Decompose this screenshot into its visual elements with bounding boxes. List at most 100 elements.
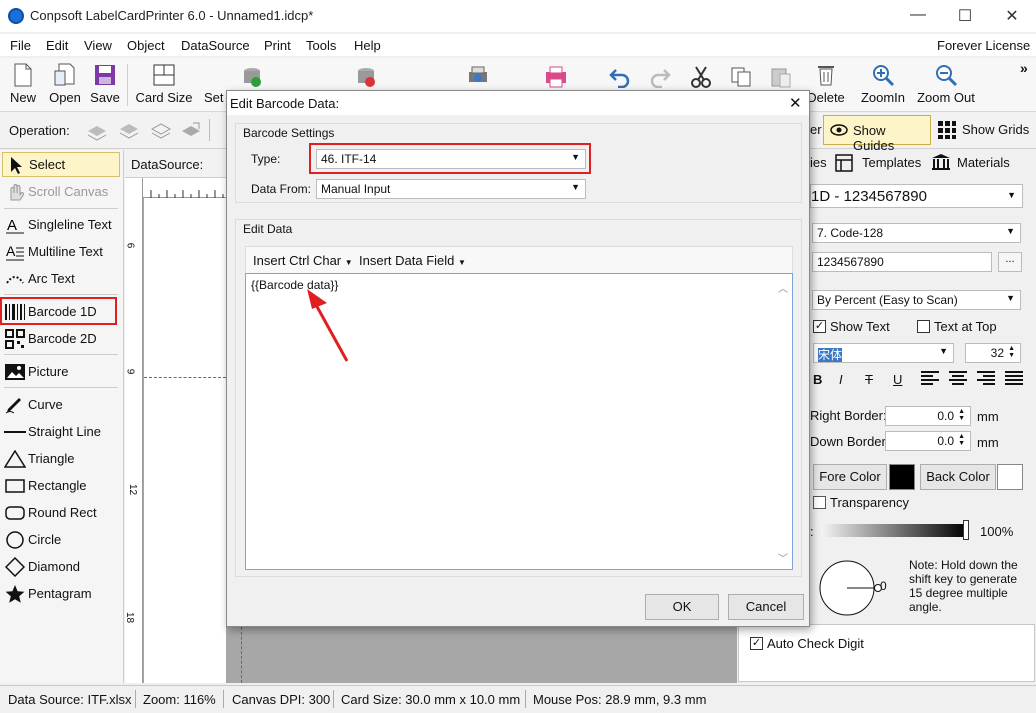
straight-line-label: Straight Line: [28, 424, 101, 439]
layer-top-icon[interactable]: [150, 121, 172, 144]
opacity-slider-handle[interactable]: [963, 520, 969, 540]
tab-materials[interactable]: Materials: [957, 155, 1010, 170]
layer-bottom-icon[interactable]: [180, 121, 202, 144]
text-at-top-checkbox[interactable]: [917, 320, 930, 333]
menu-edit[interactable]: Edit: [46, 38, 68, 53]
curve-tool[interactable]: Curve: [2, 392, 120, 417]
show-grids-button[interactable]: Show Grids: [962, 122, 1029, 137]
cancel-button[interactable]: Cancel: [728, 594, 804, 620]
down-border-stepper[interactable]: 0.0 ▲ ▼: [885, 431, 971, 451]
barcode-data-browse-button[interactable]: ...: [998, 252, 1022, 272]
menu-view[interactable]: View: [84, 38, 112, 53]
italic-button[interactable]: I: [839, 372, 843, 387]
print-icon[interactable]: [544, 66, 568, 91]
cut-icon[interactable]: [690, 66, 712, 91]
font-size-stepper[interactable]: 32 ▲ ▼: [965, 343, 1021, 363]
zoom-in-button[interactable]: ZoomIn: [859, 60, 907, 105]
rectangle-tool[interactable]: Rectangle: [2, 473, 120, 498]
card-size-button[interactable]: Card Size: [134, 60, 194, 105]
database-remove-icon[interactable]: [356, 66, 376, 91]
align-right-icon[interactable]: [977, 370, 995, 389]
insert-ctrl-char-button[interactable]: Insert Ctrl Char ▼: [253, 253, 353, 268]
circle-icon: [2, 530, 28, 550]
strikethrough-button[interactable]: T: [865, 372, 873, 387]
materials-icon: [931, 153, 951, 174]
align-justify-icon[interactable]: [1005, 370, 1023, 389]
grid-icon[interactable]: [938, 121, 956, 142]
barcode-2d-tool[interactable]: Barcode 2D: [2, 326, 120, 351]
scan-mode-select[interactable]: By Percent (Easy to Scan) ▼: [812, 290, 1021, 310]
select-tool[interactable]: Select: [2, 152, 120, 177]
layer-up-icon[interactable]: [86, 121, 108, 144]
picture-tool[interactable]: Picture: [2, 359, 120, 384]
menu-object[interactable]: Object: [127, 38, 165, 53]
insert-data-field-button[interactable]: Insert Data Field ▼: [359, 253, 466, 268]
layer-button-partial[interactable]: er: [810, 122, 822, 137]
arc-text-tool[interactable]: Arc Text: [2, 266, 120, 291]
zoom-in-icon: [859, 60, 907, 90]
open-button[interactable]: Open: [46, 60, 84, 105]
undo-icon[interactable]: [608, 66, 632, 91]
menu-print[interactable]: Print: [264, 38, 291, 53]
copy-icon[interactable]: [730, 66, 752, 91]
scroll-canvas-tool[interactable]: Scroll Canvas: [2, 179, 120, 204]
right-border-value: 0.0: [937, 409, 954, 423]
menu-file[interactable]: File: [10, 38, 31, 53]
fore-color-button[interactable]: Fore Color: [813, 464, 887, 490]
bold-button[interactable]: B: [813, 372, 822, 387]
zoom-out-button[interactable]: Zoom Out: [914, 60, 978, 105]
rotation-dial[interactable]: [817, 559, 889, 620]
scroll-down-icon[interactable]: ﹀: [778, 550, 788, 565]
dialog-close-button[interactable]: ✕: [789, 94, 802, 112]
round-rect-tool[interactable]: Round Rect: [2, 500, 120, 525]
barcode-type-select[interactable]: 7. Code-128 ▼: [812, 223, 1021, 243]
barcode-data-field[interactable]: 1234567890: [812, 252, 992, 272]
tab-templates[interactable]: Templates: [862, 155, 921, 170]
label-canvas[interactable]: [144, 198, 226, 683]
triangle-tool[interactable]: Triangle: [2, 446, 120, 471]
transparency-checkbox[interactable]: [813, 496, 826, 509]
database-icon[interactable]: [242, 66, 262, 91]
align-center-icon[interactable]: [949, 370, 967, 389]
straight-line-tool[interactable]: Straight Line: [2, 419, 120, 444]
underline-button[interactable]: U: [893, 372, 902, 387]
pentagram-tool[interactable]: Pentagram: [2, 581, 120, 606]
scroll-up-icon[interactable]: ︿: [778, 280, 788, 295]
auto-check-digit-checkbox[interactable]: ✓: [750, 637, 763, 650]
tab-properties[interactable]: ies: [810, 155, 827, 170]
circle-tool[interactable]: Circle: [2, 527, 120, 552]
print-preview-icon[interactable]: [466, 66, 490, 91]
align-left-icon[interactable]: [921, 370, 939, 389]
paste-icon[interactable]: [770, 66, 792, 91]
fore-color-swatch[interactable]: [889, 464, 915, 490]
save-button[interactable]: Save: [88, 60, 122, 105]
maximize-button[interactable]: ☐: [945, 6, 985, 26]
minimize-button[interactable]: —: [898, 6, 938, 24]
layer-down-icon[interactable]: [118, 121, 140, 144]
object-select[interactable]: 1D - 1234567890 ▼: [810, 184, 1023, 208]
toolbar-overflow-button[interactable]: »: [1020, 60, 1028, 76]
font-select[interactable]: 宋体 ▼: [813, 343, 954, 363]
menu-tools[interactable]: Tools: [306, 38, 336, 53]
card-size-label: Card Size: [135, 90, 193, 105]
status-mouse-pos: Mouse Pos: 28.9 mm, 9.3 mm: [533, 692, 707, 707]
back-color-button[interactable]: Back Color: [920, 464, 996, 490]
show-text-checkbox[interactable]: ✓: [813, 320, 826, 333]
opacity-slider[interactable]: [821, 524, 967, 537]
diamond-tool[interactable]: Diamond: [2, 554, 120, 579]
opacity-value: 100%: [980, 524, 1014, 539]
singleline-text-tool[interactable]: A Singleline Text: [2, 212, 120, 237]
close-button[interactable]: ✕: [992, 6, 1032, 26]
back-color-swatch[interactable]: [997, 464, 1023, 490]
data-from-dropdown[interactable]: Manual Input ▼: [316, 179, 586, 199]
multiline-text-tool[interactable]: A Multiline Text: [2, 239, 120, 264]
redo-icon[interactable]: [648, 66, 672, 91]
menu-datasource[interactable]: DataSource: [181, 38, 250, 53]
right-border-stepper[interactable]: 0.0 ▲ ▼: [885, 406, 971, 426]
ruler-label: 18: [124, 611, 136, 624]
delete-button[interactable]: Delete: [807, 60, 845, 105]
show-guides-button[interactable]: Show Guides: [823, 115, 931, 153]
new-button[interactable]: New: [6, 60, 40, 105]
menu-help[interactable]: Help: [354, 38, 381, 53]
ok-button[interactable]: OK: [645, 594, 719, 620]
